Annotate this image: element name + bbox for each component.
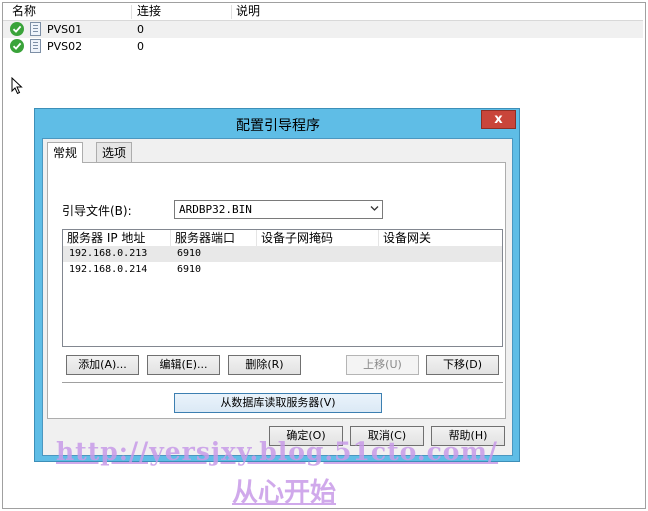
watermark-text: 从心开始 <box>232 478 337 508</box>
tab-page-general: 引导文件(B): ARDBP32.BIN 服务器 IP 地址 服务器端口 设备子… <box>47 162 506 419</box>
connection-count: 0 <box>137 23 144 36</box>
server-name: PVS02 <box>47 40 83 53</box>
column-divider[interactable] <box>231 5 232 19</box>
list-item-pvs01[interactable]: PVS01 0 <box>3 21 643 38</box>
check-icon <box>10 39 24 53</box>
add-button[interactable]: 添加(A)... <box>66 355 139 375</box>
column-name[interactable]: 名称 <box>12 4 36 19</box>
column-gateway[interactable]: 设备网关 <box>379 230 502 246</box>
server-name: PVS01 <box>47 23 83 36</box>
mouse-pointer-icon <box>11 77 23 95</box>
chevron-down-icon <box>370 206 379 211</box>
column-divider[interactable] <box>131 5 132 19</box>
cell-port: 6910 <box>177 264 202 275</box>
column-description[interactable]: 说明 <box>236 4 260 19</box>
column-server-ip[interactable]: 服务器 IP 地址 <box>63 230 171 246</box>
tab-options[interactable]: 选项 <box>96 142 133 162</box>
bootfile-select[interactable]: ARDBP32.BIN <box>174 200 383 219</box>
server-table[interactable]: 服务器 IP 地址 服务器端口 设备子网掩码 设备网关 192.168.0.21… <box>62 229 503 347</box>
divider <box>62 382 503 384</box>
cell-ip: 192.168.0.214 <box>69 264 148 275</box>
column-subnet-mask[interactable]: 设备子网掩码 <box>257 230 379 246</box>
cell-port: 6910 <box>177 248 202 259</box>
dialog-client: 常规 选项 引导文件(B): ARDBP32.BIN 服务器 IP 地址 服务器… <box>42 138 513 456</box>
watermark-url: http://yersjxy.blog.51cto.com/ <box>56 437 499 466</box>
move-down-button[interactable]: 下移(D) <box>426 355 499 375</box>
bootfile-value: ARDBP32.BIN <box>179 203 252 216</box>
dialog-title: 配置引导程序 <box>236 118 320 134</box>
column-connections[interactable]: 连接 <box>137 4 161 19</box>
table-row[interactable]: 192.168.0.213 6910 <box>63 246 502 262</box>
cell-ip: 192.168.0.213 <box>69 248 148 259</box>
move-up-button[interactable]: 上移(U) <box>346 355 419 375</box>
read-from-database-button[interactable]: 从数据库读取服务器(V) <box>174 393 382 413</box>
configure-bootstrap-dialog: 配置引导程序 x 常规 选项 引导文件(B): ARDBP32.BIN 服务器 … <box>34 108 520 462</box>
connection-count: 0 <box>137 40 144 53</box>
list-item-pvs02[interactable]: PVS02 0 <box>3 38 643 55</box>
edit-button[interactable]: 编辑(E)... <box>147 355 220 375</box>
server-icon <box>30 22 41 36</box>
server-icon <box>30 39 41 53</box>
delete-button[interactable]: 删除(R) <box>228 355 301 375</box>
close-button[interactable]: x <box>481 110 516 129</box>
bootfile-label: 引导文件(B): <box>62 204 132 218</box>
check-icon <box>10 22 24 36</box>
list-header: 名称 连接 说明 <box>3 3 643 21</box>
tab-general[interactable]: 常规 <box>47 142 84 163</box>
table-row[interactable]: 192.168.0.214 6910 <box>63 262 502 278</box>
column-server-port[interactable]: 服务器端口 <box>171 230 257 246</box>
